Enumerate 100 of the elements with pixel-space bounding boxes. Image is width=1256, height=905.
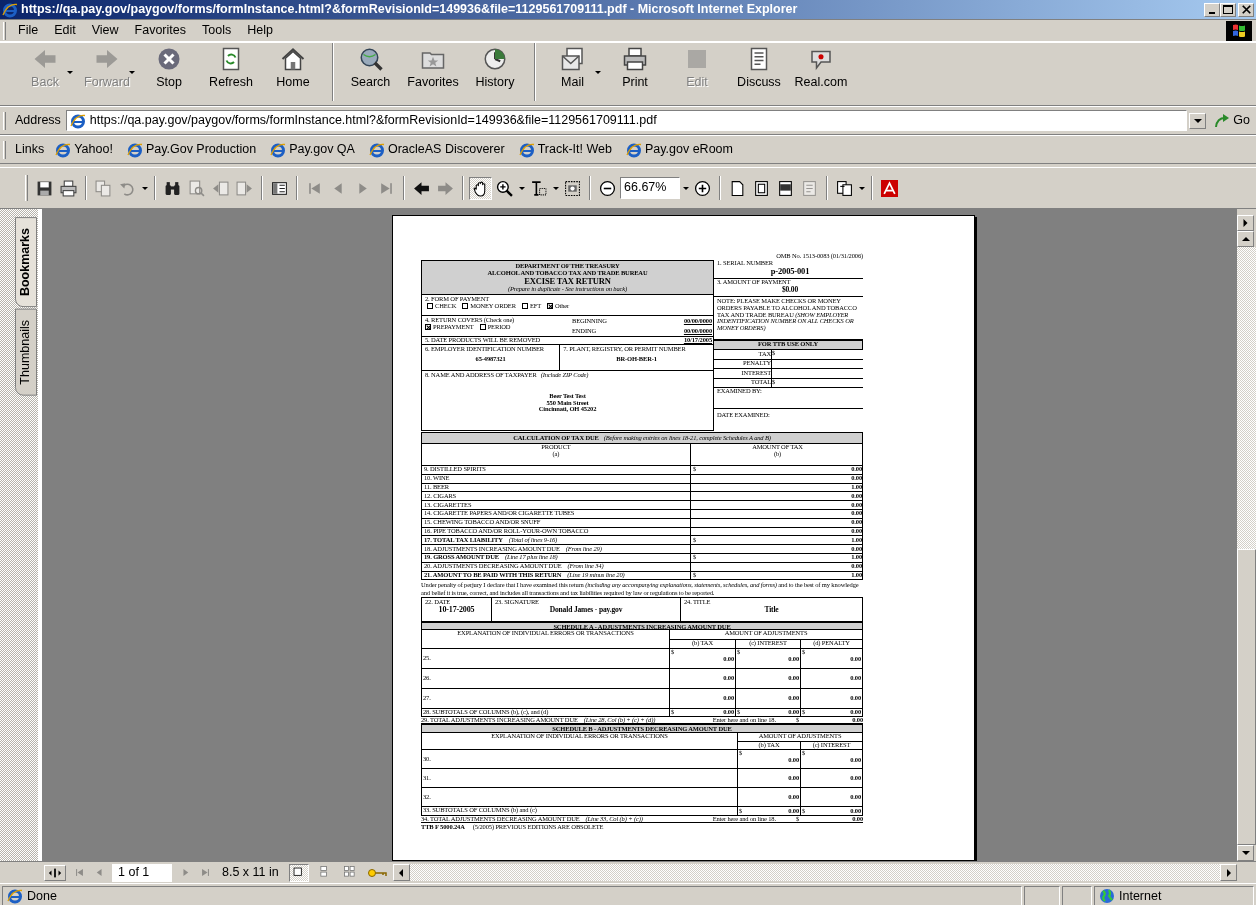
dropdown-button[interactable]	[1189, 112, 1207, 129]
toolbar-button[interactable]: Refresh	[200, 43, 262, 101]
link-button[interactable]: Track-It! Web	[512, 141, 618, 158]
previous-document-icon	[212, 179, 229, 197]
home-icon	[281, 47, 305, 71]
envelope-icon	[560, 47, 585, 71]
toolbar-button[interactable]: Stop	[138, 43, 200, 101]
scroll-down-button[interactable]	[1237, 845, 1254, 861]
key-icon	[366, 867, 387, 878]
address-field[interactable]: https://qa.pay.gov/paygov/forms/formInstance.html?&formRevisionId=149936&file=1129561709111.pdf	[65, 110, 1188, 131]
tool-button[interactable]	[469, 176, 492, 200]
toolbar-button[interactable]: History	[464, 43, 526, 101]
fit-width-icon	[777, 179, 794, 197]
split-arrows-icon	[48, 867, 62, 878]
maximize-button[interactable]	[1220, 2, 1236, 17]
toolbar-button[interactable]: Discuss	[728, 43, 790, 101]
scroll-up-button[interactable]	[1237, 231, 1254, 247]
left-arrow-icon	[399, 868, 404, 877]
caret-icon	[128, 69, 136, 75]
menu-item[interactable]: View	[83, 23, 127, 38]
printer-icon	[623, 47, 647, 71]
text-cursor-icon	[530, 179, 547, 197]
search-icon	[188, 179, 205, 197]
checkbox[interactable]	[462, 303, 469, 310]
right-triangle-icon	[1243, 219, 1248, 227]
facing-pages-icon	[344, 866, 358, 879]
up-arrow-icon	[1241, 237, 1250, 241]
caret-icon	[1193, 118, 1202, 123]
menu-item[interactable]: Edit	[46, 23, 84, 38]
scroll-left-button[interactable]	[392, 864, 410, 881]
forward-arrow-icon	[95, 47, 119, 71]
checkbox[interactable]	[425, 324, 431, 331]
menu-item[interactable]: Tools	[194, 23, 240, 38]
toolbar-button[interactable]: Real.com	[790, 43, 852, 101]
caret-icon	[681, 185, 690, 191]
zone-text: Internet	[1119, 888, 1162, 904]
stop-icon	[157, 47, 181, 71]
address-label: Address	[14, 113, 62, 128]
back-arrow-icon	[33, 47, 57, 71]
globe-icon	[1099, 888, 1115, 904]
field-value: p-2005-001	[769, 266, 811, 276]
checkbox[interactable]	[479, 324, 486, 331]
window-title: https://qa.pay.gov/paygov/forms/formInstance.html?&formRevisionId=149936&file=1129561709111.pdf - Microsoft Internet Explorer	[21, 2, 799, 17]
checkbox[interactable]	[427, 303, 433, 310]
link-button[interactable]: Pay.Gov Production	[120, 141, 263, 158]
checkbox[interactable]	[521, 303, 528, 310]
status-panel	[1024, 886, 1060, 905]
link-button[interactable]: OracleAS Discoverer	[362, 141, 511, 158]
toolbar-button[interactable]: Home	[262, 43, 324, 101]
field-value: 10-17-2005	[437, 606, 476, 615]
toolbar-button[interactable]: Favorites	[402, 43, 464, 101]
menu-item[interactable]: Help	[239, 23, 281, 38]
last-page-icon	[199, 867, 211, 878]
caret-icon	[551, 185, 560, 191]
maximize-icon	[1223, 5, 1233, 14]
close-button[interactable]	[1238, 2, 1254, 17]
zoom-in-icon	[694, 179, 711, 197]
pages-icon	[836, 179, 853, 197]
menu-item[interactable]: File	[10, 23, 47, 38]
page-size-text: 8.5 x 11 in	[222, 865, 279, 880]
down-arrow-icon	[1241, 851, 1250, 855]
save-icon	[36, 179, 53, 197]
right-arrow-icon	[1226, 868, 1231, 877]
side-tab[interactable]: Bookmarks	[15, 217, 37, 308]
arrow-icon	[1214, 112, 1231, 129]
links-label: Links	[14, 142, 46, 157]
status-panel	[1062, 886, 1092, 905]
print-icon	[60, 179, 77, 197]
panel-toggle-button[interactable]	[1237, 215, 1254, 231]
checkbox[interactable]	[547, 303, 553, 310]
scrollbar-thumb[interactable]	[1237, 549, 1256, 845]
panel-split-button[interactable]	[44, 864, 66, 881]
close-icon	[1241, 5, 1251, 14]
layout-button[interactable]	[288, 863, 309, 882]
caret-icon	[140, 185, 149, 191]
minimize-button[interactable]	[1204, 2, 1220, 17]
clock-icon	[483, 47, 507, 71]
page-number-field[interactable]: 1 of 1	[112, 863, 172, 882]
toolbar-button[interactable]: Search	[332, 43, 402, 101]
link-button[interactable]: Pay.gov eRoom	[619, 141, 739, 158]
flag-logo-icon	[1226, 20, 1252, 41]
status-text: Done	[27, 888, 57, 904]
menu-item[interactable]: Favorites	[126, 23, 194, 38]
panel-icon	[271, 179, 288, 197]
go-button[interactable]: Go	[1208, 112, 1256, 129]
link-button[interactable]: Pay.gov QA	[264, 141, 361, 158]
document-icon	[801, 179, 818, 197]
next-document-icon	[236, 179, 253, 197]
copy-icon	[95, 179, 112, 197]
toolbar-button[interactable]: Mail	[534, 43, 604, 101]
back-arrow-icon	[413, 179, 430, 197]
zoom-field[interactable]: 66.67%	[620, 177, 680, 199]
link-button[interactable]: Yahoo!	[49, 141, 119, 158]
scroll-right-button[interactable]	[1220, 864, 1237, 881]
toolbar-button[interactable]: Print	[604, 43, 666, 101]
square-icon	[685, 47, 709, 71]
snapshot-icon	[564, 179, 581, 197]
side-tab[interactable]: Thumbnails	[15, 309, 37, 396]
binoculars-icon	[164, 179, 181, 197]
browser-logo-icon	[2, 1, 18, 18]
